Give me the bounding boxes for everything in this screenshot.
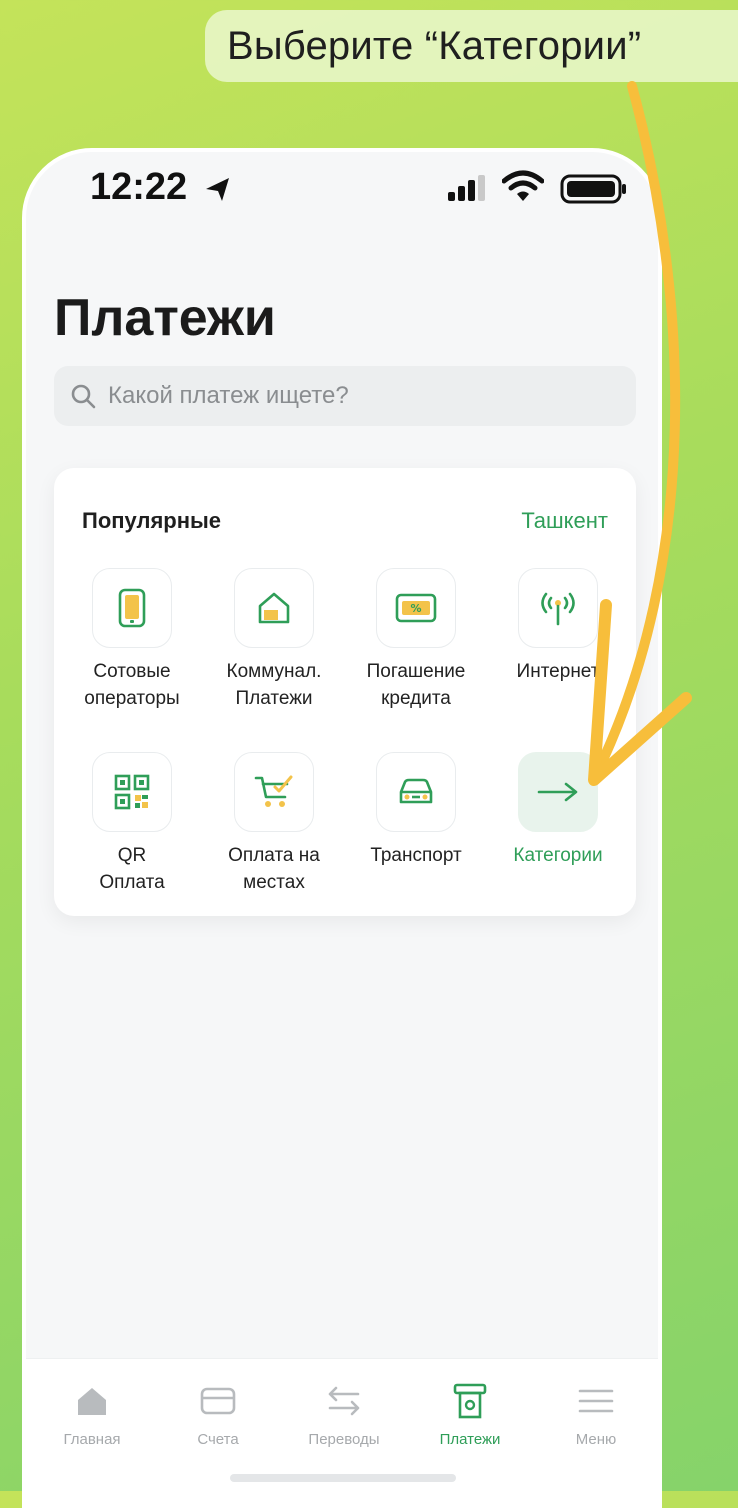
wifi-icon: [501, 170, 545, 207]
car-icon: [376, 752, 456, 832]
home-icon: [32, 1381, 152, 1421]
tab-label: Счета: [197, 1431, 239, 1448]
search-bar[interactable]: [54, 366, 636, 426]
tile-label: Сотовые операторы: [84, 661, 180, 709]
phone-icon: [92, 568, 172, 648]
tab-menu[interactable]: Меню: [536, 1381, 656, 1448]
tab-label: Платежи: [439, 1431, 501, 1448]
hint-banner: Выберите “Категории”: [205, 10, 738, 82]
city-selector[interactable]: Ташкент: [521, 508, 608, 534]
payments-icon: [410, 1381, 530, 1421]
status-bar: 12:22: [26, 152, 658, 232]
hint-text: Выберите “Категории”: [227, 23, 642, 68]
arrow-right-icon: [518, 752, 598, 832]
popular-card: Популярные Ташкент Сотовые операторы Ком…: [54, 468, 636, 916]
tile-mobile-operators[interactable]: Сотовые операторы: [62, 568, 202, 712]
tile-transport[interactable]: Транспорт: [346, 752, 486, 869]
antenna-icon: [518, 568, 598, 648]
tile-qr-payment[interactable]: QR Оплата: [62, 752, 202, 896]
search-input[interactable]: [106, 381, 610, 411]
tile-internet[interactable]: Интернет: [488, 568, 628, 685]
tab-accounts[interactable]: Счета: [158, 1381, 278, 1448]
battery-icon: [560, 174, 628, 209]
phone-screen: 12:22 Платежи Какой платеж ищете? Популя…: [22, 148, 662, 1508]
tile-categories[interactable]: Категории: [488, 752, 628, 869]
tile-label: Оплата на местах: [228, 845, 320, 893]
tile-utilities[interactable]: Коммунал. Платежи: [204, 568, 344, 712]
tab-transfers[interactable]: Переводы: [284, 1381, 404, 1448]
qr-code-icon: [92, 752, 172, 832]
signal-icon: [446, 174, 490, 207]
status-time: 12:22: [90, 166, 188, 208]
house-icon: [234, 568, 314, 648]
svg-text:%: %: [410, 602, 421, 615]
tab-label: Меню: [575, 1431, 617, 1448]
tile-label: Коммунал. Платежи: [226, 661, 322, 709]
home-indicator: [230, 1474, 456, 1482]
tab-label: Переводы: [308, 1431, 380, 1448]
tab-payments[interactable]: Платежи: [410, 1381, 530, 1448]
credit-card-icon: %: [376, 568, 456, 648]
cart-icon: [234, 752, 314, 832]
card-icon: [158, 1381, 278, 1421]
tile-label: Категории: [513, 845, 603, 866]
tile-label: Интернет: [516, 661, 600, 682]
location-arrow-icon: [202, 174, 232, 209]
tile-credit-repayment[interactable]: % Погашение кредита: [346, 568, 486, 712]
tab-label: Главная: [63, 1431, 121, 1448]
tile-label: Погашение кредита: [366, 661, 466, 709]
tile-label: Транспорт: [370, 845, 462, 866]
tile-label: QR Оплата: [99, 845, 165, 893]
search-icon: [70, 383, 96, 409]
tab-home[interactable]: Главная: [32, 1381, 152, 1448]
page-title: Платежи: [54, 289, 276, 347]
tile-pay-on-site[interactable]: Оплата на местах: [204, 752, 344, 896]
tab-bar: Главная Счета Переводы Платежи Меню: [26, 1358, 658, 1504]
menu-icon: [536, 1381, 656, 1421]
popular-heading: Популярные: [82, 508, 222, 533]
transfer-icon: [284, 1381, 404, 1421]
